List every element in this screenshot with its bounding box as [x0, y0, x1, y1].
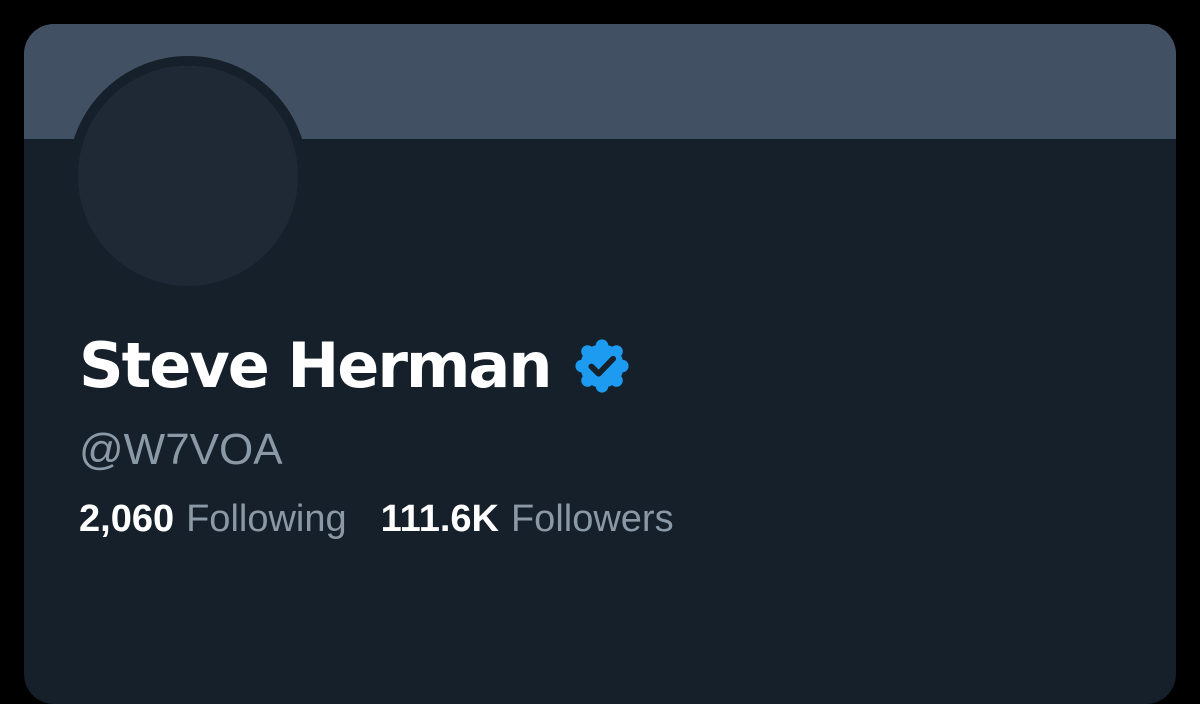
followers-count: 111.6K — [380, 498, 499, 540]
avatar-ring — [68, 56, 308, 296]
profile-card: Steve Herman @W7VOA 2,060 Following 111.… — [24, 24, 1176, 704]
display-name: Steve Herman — [79, 329, 552, 402]
verified-badge-icon — [573, 337, 631, 395]
followers-label: Followers — [510, 498, 674, 540]
user-handle: @W7VOA — [79, 425, 283, 474]
follow-stats: 2,060 Following 111.6K Followers — [79, 494, 674, 544]
followers-link[interactable]: 111.6K Followers — [381, 494, 674, 544]
verified-badge-shape — [574, 339, 629, 393]
following-label: Following — [186, 498, 347, 540]
following-link[interactable]: 2,060 Following — [79, 494, 347, 544]
avatar[interactable] — [78, 66, 298, 286]
following-count: 2,060 — [79, 498, 175, 540]
name-row: Steve Herman — [79, 326, 631, 406]
